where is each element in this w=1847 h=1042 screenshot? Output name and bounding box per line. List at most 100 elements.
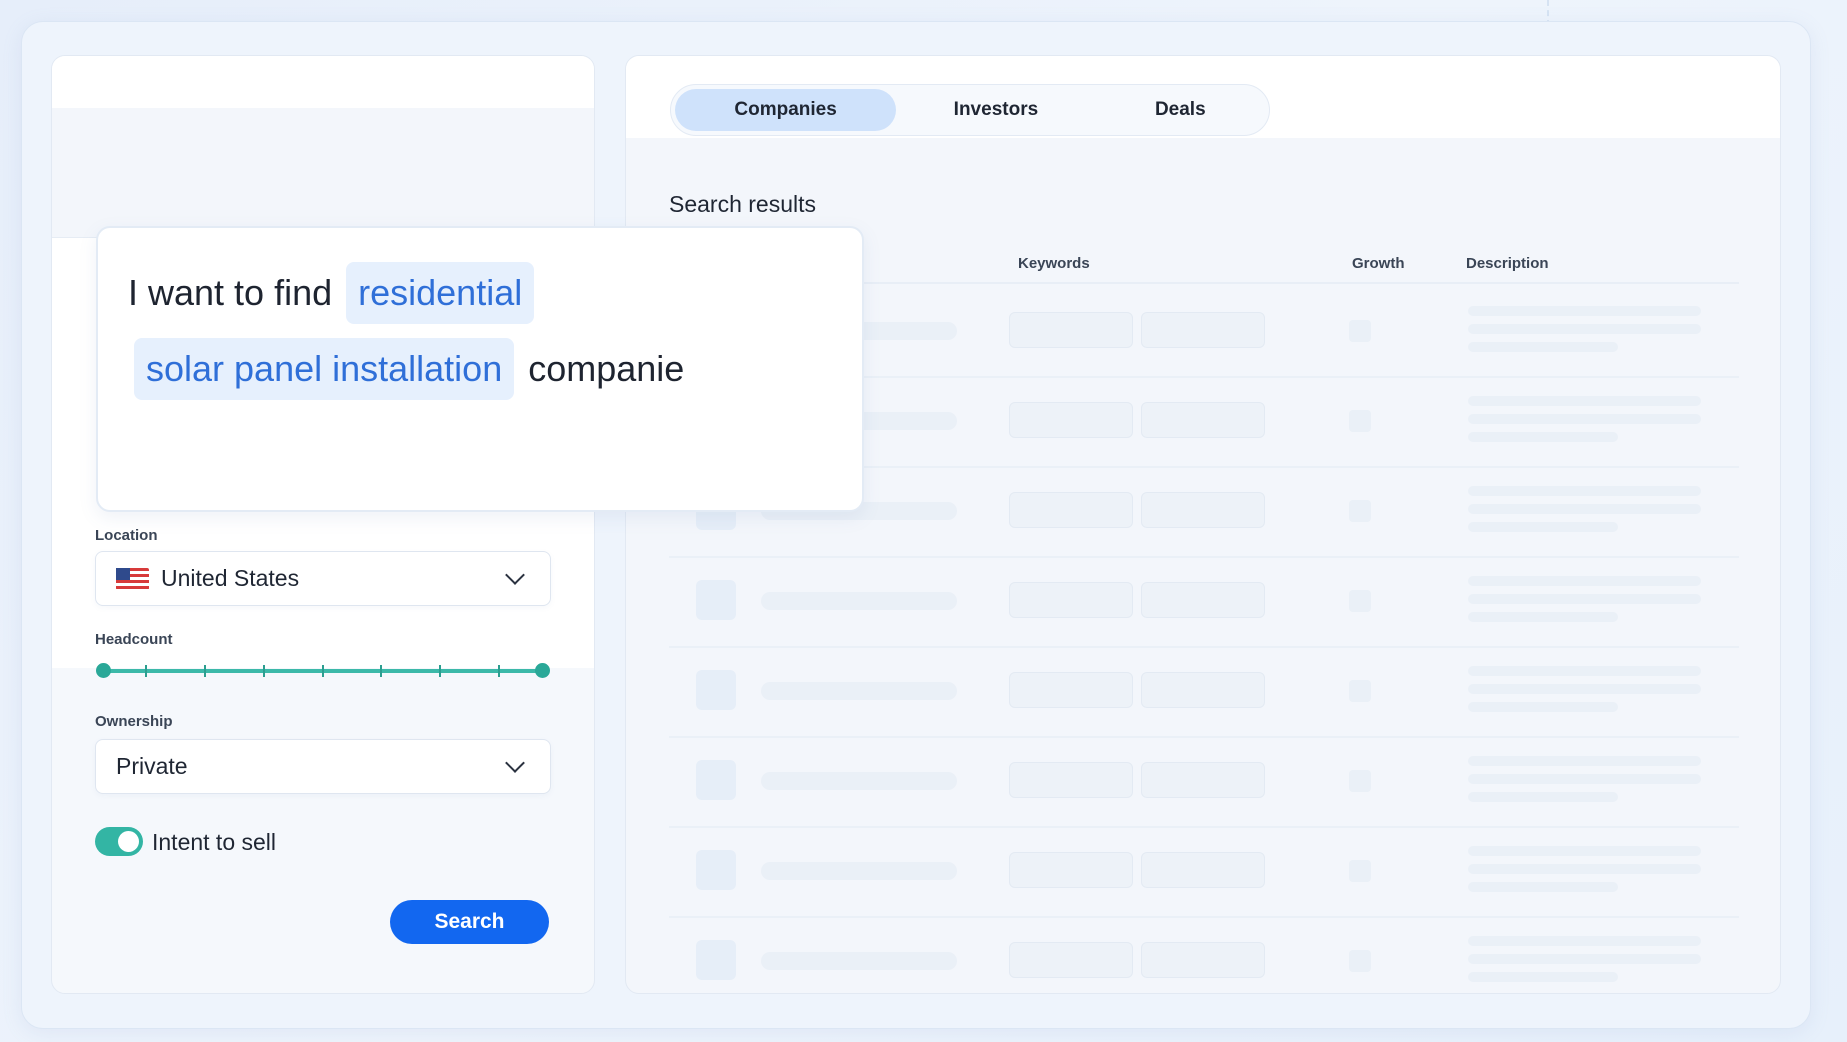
search-button[interactable]: Search [390,900,549,944]
skeleton-description-line [1468,756,1701,766]
table-row[interactable] [669,738,1739,828]
skeleton-logo [696,850,736,890]
skeleton-keyword [1141,402,1265,438]
skeleton-description-line [1468,882,1618,892]
skeleton-description-line [1468,306,1701,316]
skeleton-description-line [1468,774,1701,784]
skeleton-growth [1349,410,1371,432]
query-input-card[interactable]: I want to find residential solar panel i… [96,226,864,512]
ownership-select[interactable]: Private [95,739,551,794]
skeleton-description-line [1468,972,1618,982]
skeleton-description-line [1468,864,1701,874]
skeleton-growth [1349,950,1371,972]
ownership-label: Ownership [95,713,173,730]
skeleton-logo [696,670,736,710]
skeleton-description-line [1468,432,1618,442]
query-chip-solar[interactable]: solar panel installation [134,338,515,400]
entity-tabs: Companies Investors Deals [670,84,1270,136]
slider-handle-max[interactable] [535,663,550,678]
ownership-value: Private [116,753,188,779]
skeleton-description-line [1468,486,1701,496]
skeleton-description-line [1468,846,1701,856]
slider-handle-min[interactable] [96,663,111,678]
slider-tick [145,665,147,677]
skeleton-keyword [1141,672,1265,708]
skeleton-description-line [1468,324,1701,334]
skeleton-description-line [1468,666,1701,676]
slider-tick [439,665,441,677]
skeleton-name [761,682,957,700]
skeleton-description-line [1468,522,1618,532]
tab-companies[interactable]: Companies [675,89,897,131]
skeleton-keyword [1141,762,1265,798]
filter-panel-header [52,56,594,108]
skeleton-description-line [1468,504,1701,514]
skeleton-logo [696,760,736,800]
slider-tick [498,665,500,677]
tab-deals[interactable]: Deals [1096,89,1265,131]
skeleton-keyword [1141,582,1265,618]
skeleton-description-line [1468,612,1618,622]
tab-investors[interactable]: Investors [896,89,1095,131]
skeleton-description-line [1468,792,1618,802]
query-suffix: companie [528,348,685,389]
skeleton-keyword [1009,492,1133,528]
skeleton-keyword [1141,942,1265,978]
intent-to-sell-toggle[interactable] [95,827,143,856]
skeleton-keyword [1141,852,1265,888]
skeleton-name [761,952,957,970]
results-title: Search results [669,191,817,217]
skeleton-keyword [1009,852,1133,888]
skeleton-name [761,772,957,790]
query-line-1: I want to find residential [128,262,542,324]
results-panel: Companies Investors Deals Search results… [625,55,1781,994]
location-label: Location [95,527,158,544]
location-select[interactable]: United States [95,551,551,606]
intent-to-sell-label: Intent to sell [152,829,277,855]
skeleton-logo [696,940,736,980]
slider-tick [263,665,265,677]
filter-panel-band [52,108,594,238]
query-chip-residential[interactable]: residential [346,262,535,324]
skeleton-description-line [1468,684,1701,694]
column-header-description: Description [1466,255,1549,272]
skeleton-description-line [1468,936,1701,946]
skeleton-growth [1349,680,1371,702]
skeleton-growth [1349,320,1371,342]
skeleton-name [761,592,957,610]
column-header-keywords: Keywords [1018,255,1090,272]
skeleton-description-line [1468,702,1618,712]
skeleton-growth [1349,590,1371,612]
skeleton-keyword [1141,312,1265,348]
skeleton-description-line [1468,414,1701,424]
skeleton-description-line [1468,342,1618,352]
skeleton-keyword [1009,312,1133,348]
skeleton-keyword [1009,672,1133,708]
slider-tick [204,665,206,677]
skeleton-keyword [1141,492,1265,528]
headcount-slider[interactable] [96,663,550,678]
slider-tick [322,665,324,677]
skeleton-growth [1349,860,1371,882]
headcount-label: Headcount [95,631,173,648]
chevron-down-icon [505,564,525,585]
table-row[interactable] [669,558,1739,648]
skeleton-description-line [1468,576,1701,586]
skeleton-growth [1349,770,1371,792]
column-header-growth: Growth [1352,255,1405,272]
us-flag-icon [116,567,149,590]
slider-tick [380,665,382,677]
query-prefix: I want to find [128,272,333,313]
skeleton-keyword [1009,402,1133,438]
skeleton-name [761,862,957,880]
table-row[interactable] [669,648,1739,738]
skeleton-keyword [1009,942,1133,978]
location-value: United States [161,565,300,591]
skeleton-keyword [1009,762,1133,798]
toggle-knob [118,831,139,852]
skeleton-description-line [1468,954,1701,964]
skeleton-description-line [1468,396,1701,406]
table-row[interactable] [669,828,1739,918]
skeleton-keyword [1009,582,1133,618]
table-row[interactable] [669,918,1739,993]
